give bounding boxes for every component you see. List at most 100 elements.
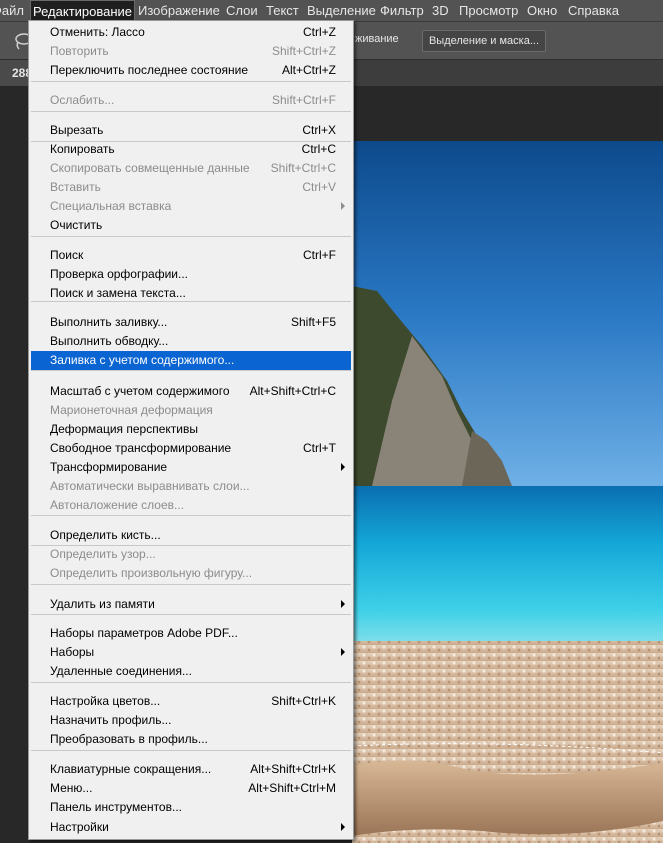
- menu-item-cut[interactable]: Вырезать Ctrl+X: [31, 121, 351, 140]
- anti-alias-label[interactable]: живание: [355, 33, 399, 45]
- menu-item-label: Выполнить обводку...: [50, 334, 169, 348]
- menu-item-fade: Ослабить... Shift+Ctrl+F: [31, 91, 351, 110]
- menu-image[interactable]: Изображение: [138, 0, 220, 22]
- menu-item-label: Поиск и замена текста...: [50, 286, 186, 300]
- menu-view[interactable]: Просмотр: [459, 0, 518, 22]
- submenu-arrow-icon: [341, 648, 345, 656]
- menu-item-label: Копировать: [50, 142, 115, 156]
- menu-item-label: Повторить: [50, 44, 109, 58]
- menu-help[interactable]: Справка: [568, 0, 619, 22]
- menu-item-remote-connections[interactable]: Удаленные соединения...: [31, 662, 351, 681]
- beach-photo[interactable]: [352, 141, 663, 843]
- menu-item-label: Поиск: [50, 248, 84, 262]
- menu-item-label: Свободное трансформирование: [50, 441, 232, 455]
- menu-item-label: Марионеточная деформация: [50, 403, 213, 417]
- submenu-arrow-icon: [341, 202, 345, 210]
- menu-item-label: Очистить: [50, 218, 103, 232]
- menu-item-shortcut: Shift+Ctrl+K: [271, 694, 336, 708]
- menu-item-label: Вставить: [50, 180, 101, 194]
- menu-item-transform[interactable]: Трансформирование: [31, 458, 351, 477]
- menu-item-color-settings[interactable]: Настройка цветов... Shift+Ctrl+K: [31, 692, 351, 711]
- menu-item-search[interactable]: Поиск Ctrl+F: [31, 246, 351, 265]
- submenu-arrow-icon: [341, 600, 345, 608]
- menu-item-define-pattern: Определить узор...: [31, 545, 351, 564]
- menu-item-adobe-pdf-presets[interactable]: Наборы параметров Adobe PDF...: [31, 624, 351, 643]
- menu-type[interactable]: Текст: [266, 0, 299, 22]
- menu-item-shortcut: Ctrl+T: [303, 441, 336, 455]
- menu-item-copy[interactable]: Копировать Ctrl+C: [31, 140, 351, 159]
- menu-separator: [31, 682, 351, 683]
- menu-item-label: Настройки: [50, 820, 109, 834]
- menu-separator: [31, 141, 351, 142]
- menu-separator: [31, 111, 351, 112]
- menu-item-convert-to-profile[interactable]: Преобразовать в профиль...: [31, 730, 351, 749]
- menu-bar: Файл Редактирование Изображение Слои Тек…: [0, 0, 663, 22]
- menu-item-paste-special: Специальная вставка: [31, 197, 351, 216]
- menu-item-label: Масштаб с учетом содержимого: [50, 384, 230, 398]
- menu-item-assign-profile[interactable]: Назначить профиль...: [31, 711, 351, 730]
- menu-item-label: Выполнить заливку...: [50, 315, 168, 329]
- select-and-mask-button[interactable]: Выделение и маска...: [422, 30, 546, 52]
- menu-item-auto-blend-layers: Автоналожение слоев...: [31, 496, 351, 515]
- menu-item-fill[interactable]: Выполнить заливку... Shift+F5: [31, 313, 351, 332]
- menu-filter[interactable]: Фильтр: [380, 0, 424, 22]
- menu-separator: [31, 301, 351, 302]
- menu-separator: [31, 750, 351, 751]
- menu-item-shortcut: Alt+Shift+Ctrl+K: [250, 762, 336, 776]
- menu-item-preferences[interactable]: Настройки: [31, 818, 351, 837]
- menu-item-label: Панель инструментов...: [50, 800, 182, 814]
- menu-separator: [31, 236, 351, 237]
- menu-select[interactable]: Выделение: [307, 0, 376, 22]
- edit-menu-dropdown: Отменить: Лассо Ctrl+Z Повторить Shift+Ctrl…: [28, 20, 354, 840]
- menu-item-shortcut: Shift+F5: [290, 315, 336, 329]
- menu-window[interactable]: Окно: [527, 0, 557, 22]
- menu-item-free-transform[interactable]: Свободное трансформирование Ctrl+T: [31, 439, 351, 458]
- menu-item-shortcut: Ctrl+Z: [303, 25, 336, 39]
- menu-item-toolbar[interactable]: Панель инструментов...: [31, 798, 351, 817]
- menu-item-label: Ослабить...: [50, 93, 115, 107]
- menu-item-shortcut: Ctrl+F: [303, 248, 336, 262]
- menu-item-stroke[interactable]: Выполнить обводку...: [31, 332, 351, 351]
- menu-item-label: Преобразовать в профиль...: [50, 732, 208, 746]
- menu-item-label: Автоналожение слоев...: [50, 498, 185, 512]
- menu-item-label: Удалить из памяти: [50, 597, 155, 611]
- menu-item-undo[interactable]: Отменить: Лассо Ctrl+Z: [31, 23, 351, 42]
- menu-item-label: Назначить профиль...: [50, 713, 172, 727]
- menu-item-clear[interactable]: Очистить: [31, 216, 351, 235]
- submenu-arrow-icon: [341, 823, 345, 831]
- menu-item-paste: Вставить Ctrl+V: [31, 178, 351, 197]
- menu-item-copy-merged: Скопировать совмещенные данные Shift+Ctrl…: [31, 159, 351, 178]
- menu-file[interactable]: Файл: [0, 0, 24, 22]
- menu-item-label: Специальная вставка: [50, 199, 172, 213]
- menu-item-perspective-warp[interactable]: Деформация перспективы: [31, 420, 351, 439]
- menu-layers[interactable]: Слои: [226, 0, 258, 22]
- menu-edit[interactable]: Редактирование: [30, 0, 136, 22]
- menu-item-purge[interactable]: Удалить из памяти: [31, 595, 351, 614]
- menu-item-label: Определить узор...: [50, 547, 156, 561]
- menu-separator: [31, 584, 351, 585]
- menu-item-label: Наборы: [50, 645, 95, 659]
- menu-item-label: Трансформирование: [50, 460, 168, 474]
- menu-item-shortcut: Alt+Ctrl+Z: [281, 63, 336, 77]
- menu-item-toggle-last-state[interactable]: Переключить последнее состояние Alt+Ctrl+…: [31, 61, 351, 80]
- menu-item-presets[interactable]: Наборы: [31, 643, 351, 662]
- menu-item-content-aware-scale[interactable]: Масштаб с учетом содержимого Alt+Shift+Ct…: [31, 382, 351, 401]
- menu-item-shortcut: Ctrl+V: [302, 180, 336, 194]
- menu-item-label: Меню...: [50, 781, 93, 795]
- menu-item-puppet-warp: Марионеточная деформация: [31, 401, 351, 420]
- menu-item-check-spelling[interactable]: Проверка орфографии...: [31, 265, 351, 284]
- menu-item-shortcut: Shift+Ctrl+Z: [271, 44, 336, 58]
- menu-item-label: Определить произвольную фигуру...: [50, 566, 253, 580]
- menu-item-label: Клавиатурные сокращения...: [50, 762, 212, 776]
- menu-item-label: Удаленные соединения...: [50, 664, 192, 678]
- menu-3d[interactable]: 3D: [432, 0, 449, 22]
- menu-item-menus[interactable]: Меню... Alt+Shift+Ctrl+M: [31, 779, 351, 798]
- menu-item-content-aware-fill[interactable]: Заливка с учетом содержимого...: [31, 351, 351, 370]
- menu-item-label: Заливка с учетом содержимого...: [50, 353, 235, 367]
- menu-item-define-custom-shape: Определить произвольную фигуру...: [31, 564, 351, 583]
- menu-item-define-brush[interactable]: Определить кисть...: [31, 526, 351, 545]
- menu-item-shortcut: Alt+Shift+Ctrl+M: [248, 781, 336, 795]
- menu-item-label: Вырезать: [50, 123, 104, 137]
- menu-item-keyboard-shortcuts[interactable]: Клавиатурные сокращения... Alt+Shift+Ctrl…: [31, 760, 351, 779]
- menu-item-label: Скопировать совмещенные данные: [50, 161, 250, 175]
